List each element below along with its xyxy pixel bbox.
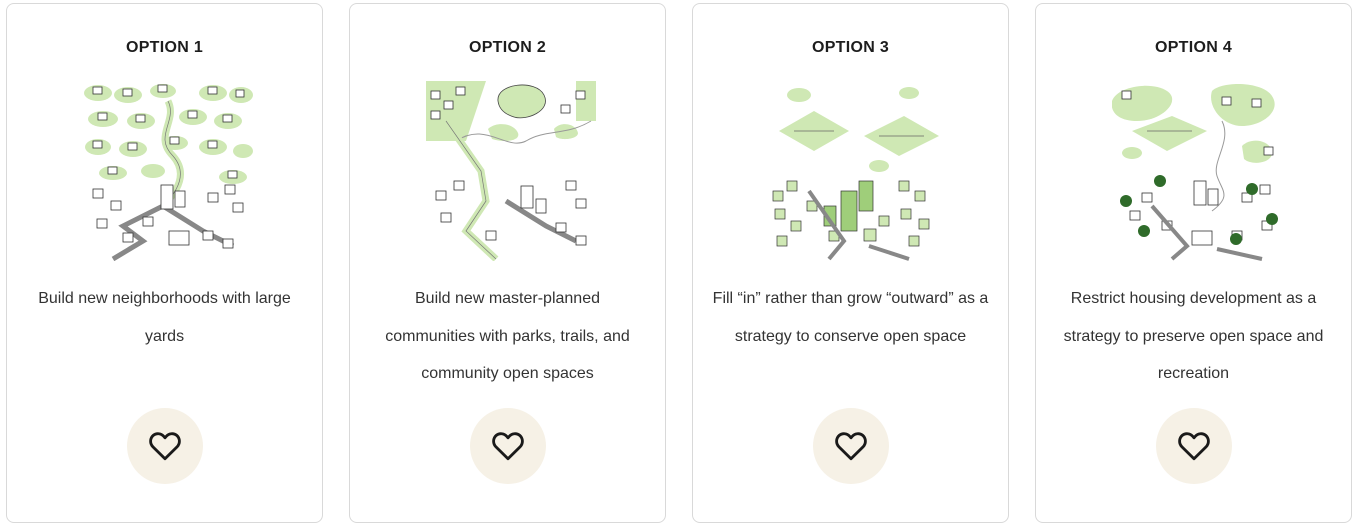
infill-development-illustration	[772, 87, 939, 261]
option-card-4: OPTION 4 Restrict housing development as…	[1035, 3, 1352, 523]
option-title: OPTION 4	[1154, 39, 1233, 56]
like-button[interactable]	[127, 408, 203, 484]
like-button[interactable]	[813, 408, 889, 484]
heart-outline-icon	[149, 432, 181, 461]
option-title: OPTION 2	[468, 39, 547, 56]
option-title: OPTION 3	[811, 39, 890, 56]
option-card-3: OPTION 3 Fill “in” rather than grow “out…	[692, 3, 1009, 523]
like-button[interactable]	[1156, 408, 1232, 484]
option-description: Build new neighborhoods with large yards	[38, 290, 291, 345]
heart-outline-icon	[1178, 432, 1210, 461]
heart-outline-icon	[492, 432, 524, 461]
option-description: Fill “in” rather than grow “outward” as …	[712, 290, 989, 345]
option-title: OPTION 1	[125, 39, 204, 56]
option-card-1: OPTION 1 Build new neighborhoods with la…	[6, 3, 323, 523]
option-description: Build new master-planned communities wit…	[385, 290, 630, 382]
master-planned-community-illustration	[426, 81, 596, 261]
restricted-development-illustration	[1112, 84, 1278, 261]
option-description: Restrict housing development as a strate…	[1063, 290, 1324, 382]
options-grid: OPTION 1 Build new neighborhoods with la…	[0, 0, 1354, 523]
option-card-2: OPTION 2 Build new master-planned commun…	[349, 3, 666, 523]
suburban-neighborhood-illustration	[84, 84, 253, 261]
like-button[interactable]	[470, 408, 546, 484]
heart-outline-icon	[835, 432, 867, 461]
